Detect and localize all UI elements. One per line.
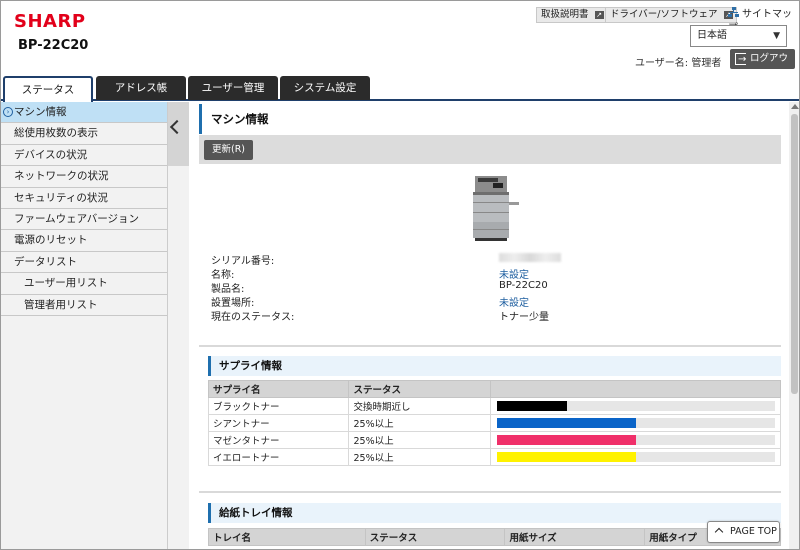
sidebar-collapse-button[interactable] xyxy=(168,102,189,166)
driver-link-label: ドライバー/ソフトウェア xyxy=(610,9,718,20)
divider xyxy=(199,491,781,493)
tab-status[interactable]: ステータス xyxy=(3,76,93,102)
column-header xyxy=(490,380,781,398)
name-value-link[interactable]: 未設定 xyxy=(499,266,529,281)
refresh-button[interactable]: 更新(R) xyxy=(204,140,254,160)
sidebar-item-total-count[interactable]: 総使用枚数の表示 xyxy=(1,123,167,145)
model-name: BP-22C20 xyxy=(18,38,89,53)
serial-value xyxy=(499,253,561,265)
tray-table: トレイ名 ステータス 用紙サイズ 用紙タイプ xyxy=(208,528,781,546)
column-header: ステータス xyxy=(364,528,506,546)
driver-software-link[interactable]: ドライバー/ソフトウェア ↗ xyxy=(605,7,737,23)
supply-status: 交換時期近し xyxy=(348,397,492,415)
tab-system-settings[interactable]: システム設定 xyxy=(280,76,370,100)
status-label: 現在のステータス: xyxy=(211,312,295,323)
app-window: SHARP BP-22C20 取扱説明書 ↗ ドライバー/ソフトウェア ↗ サイ… xyxy=(0,0,800,550)
toner-level-bar xyxy=(497,401,776,411)
column-header: 用紙サイズ xyxy=(504,528,646,546)
product-label: 製品名: xyxy=(211,284,245,295)
main-tabs: ステータス アドレス帳 ユーザー管理 システム設定 xyxy=(1,76,799,102)
toner-level-bar xyxy=(497,418,776,428)
sidebar-item-network-status[interactable]: ネットワークの状況 xyxy=(1,166,167,188)
sidebar-item-user-list[interactable]: ユーザー用リスト xyxy=(1,273,167,295)
supply-status: 25%以上 xyxy=(348,414,492,432)
chevron-right-icon: › xyxy=(3,107,13,117)
table-header: トレイ名 ステータス 用紙サイズ 用紙タイプ xyxy=(208,528,781,546)
external-link-icon: ↗ xyxy=(594,11,604,19)
toner-level-fill xyxy=(497,401,567,411)
column-header: サプライ名 xyxy=(207,380,350,398)
sitemap-icon xyxy=(728,7,739,18)
language-value: 日本語 xyxy=(697,30,727,41)
product-value: BP-22C20 xyxy=(499,280,548,291)
divider xyxy=(199,345,781,347)
toner-level-bar xyxy=(497,452,776,462)
page-top-button[interactable]: PAGE TOP xyxy=(707,521,780,543)
table-header: サプライ名 ステータス xyxy=(207,380,781,398)
supply-name: イエロートナー xyxy=(207,448,350,466)
printer-image xyxy=(473,176,519,241)
page-top-label: PAGE TOP xyxy=(730,526,777,537)
page-title: マシン情報 xyxy=(199,104,781,134)
table-row: マゼンタトナー 25%以上 xyxy=(207,431,781,449)
sidebar-item-label: マシン情報 xyxy=(14,106,67,118)
supply-status: 25%以上 xyxy=(348,431,492,449)
supply-name: マゼンタトナー xyxy=(207,431,350,449)
chevron-left-icon xyxy=(169,119,185,135)
serial-redacted xyxy=(499,253,561,262)
supply-table: サプライ名 ステータス ブラックトナー 交換時期近し シアントナー 25%以上 … xyxy=(207,380,781,466)
sidebar-item-admin-list[interactable]: 管理者用リスト xyxy=(1,294,167,316)
status-value: トナー少量 xyxy=(499,312,549,323)
user-name: ユーザー名: 管理者 xyxy=(635,58,722,69)
toolbar: 更新(R) xyxy=(199,135,781,164)
language-select[interactable]: 日本語 ▼ xyxy=(690,25,787,47)
sidebar-item-power-reset[interactable]: 電源のリセット xyxy=(1,230,167,252)
name-label: 名称: xyxy=(211,270,235,281)
location-label: 設置場所: xyxy=(211,298,255,309)
tray-info-title: 給紙トレイ情報 xyxy=(208,503,781,523)
toner-level-fill xyxy=(497,435,637,445)
logout-button[interactable]: ログアウト xyxy=(730,49,795,84)
manual-link-label: 取扱説明書 xyxy=(541,9,589,20)
tab-address-book[interactable]: アドレス帳 xyxy=(96,76,186,100)
chevron-down-icon: ▼ xyxy=(773,31,780,41)
scroll-thumb[interactable] xyxy=(791,114,798,394)
location-value-link[interactable]: 未設定 xyxy=(499,294,529,309)
table-row: ブラックトナー 交換時期近し xyxy=(207,397,781,415)
sidebar-item-firmware-version[interactable]: ファームウェアバージョン xyxy=(1,208,167,231)
scroll-up-icon[interactable] xyxy=(791,104,799,109)
toner-level-fill xyxy=(497,452,637,462)
sidebar: › マシン情報 総使用枚数の表示 デバイスの状況 ネットワークの状況 セキュリテ… xyxy=(1,102,168,549)
sidebar-item-device-status[interactable]: デバイスの状況 xyxy=(1,144,167,167)
tab-user-management[interactable]: ユーザー管理 xyxy=(188,76,278,100)
column-header: トレイ名 xyxy=(208,528,366,546)
supply-info-title: サプライ情報 xyxy=(208,356,781,376)
serial-label: シリアル番号: xyxy=(211,256,275,267)
table-row: イエロートナー 25%以上 xyxy=(207,448,781,466)
sidebar-gutter xyxy=(168,166,189,549)
chevron-up-icon xyxy=(714,527,724,537)
sidebar-item-security-status[interactable]: セキュリティの状況 xyxy=(1,187,167,209)
logout-icon xyxy=(735,50,746,70)
toner-level-bar xyxy=(497,435,776,445)
sidebar-item-data-list[interactable]: データリスト xyxy=(1,251,167,274)
manual-link[interactable]: 取扱説明書 ↗ xyxy=(536,7,608,23)
column-header: ステータス xyxy=(348,380,492,398)
sidebar-item-machine-info[interactable]: › マシン情報 xyxy=(1,102,167,124)
table-row: シアントナー 25%以上 xyxy=(207,414,781,432)
supply-name: シアントナー xyxy=(207,414,350,432)
brand-logo: SHARP xyxy=(14,11,86,32)
toner-level-fill xyxy=(497,418,637,428)
scrollbar[interactable] xyxy=(789,102,799,549)
main-content: マシン情報 更新(R) シリアル番号: 名称: 未設定 製品名: BP-22C2… xyxy=(199,102,781,549)
supply-status: 25%以上 xyxy=(348,448,492,466)
supply-name: ブラックトナー xyxy=(207,397,350,415)
